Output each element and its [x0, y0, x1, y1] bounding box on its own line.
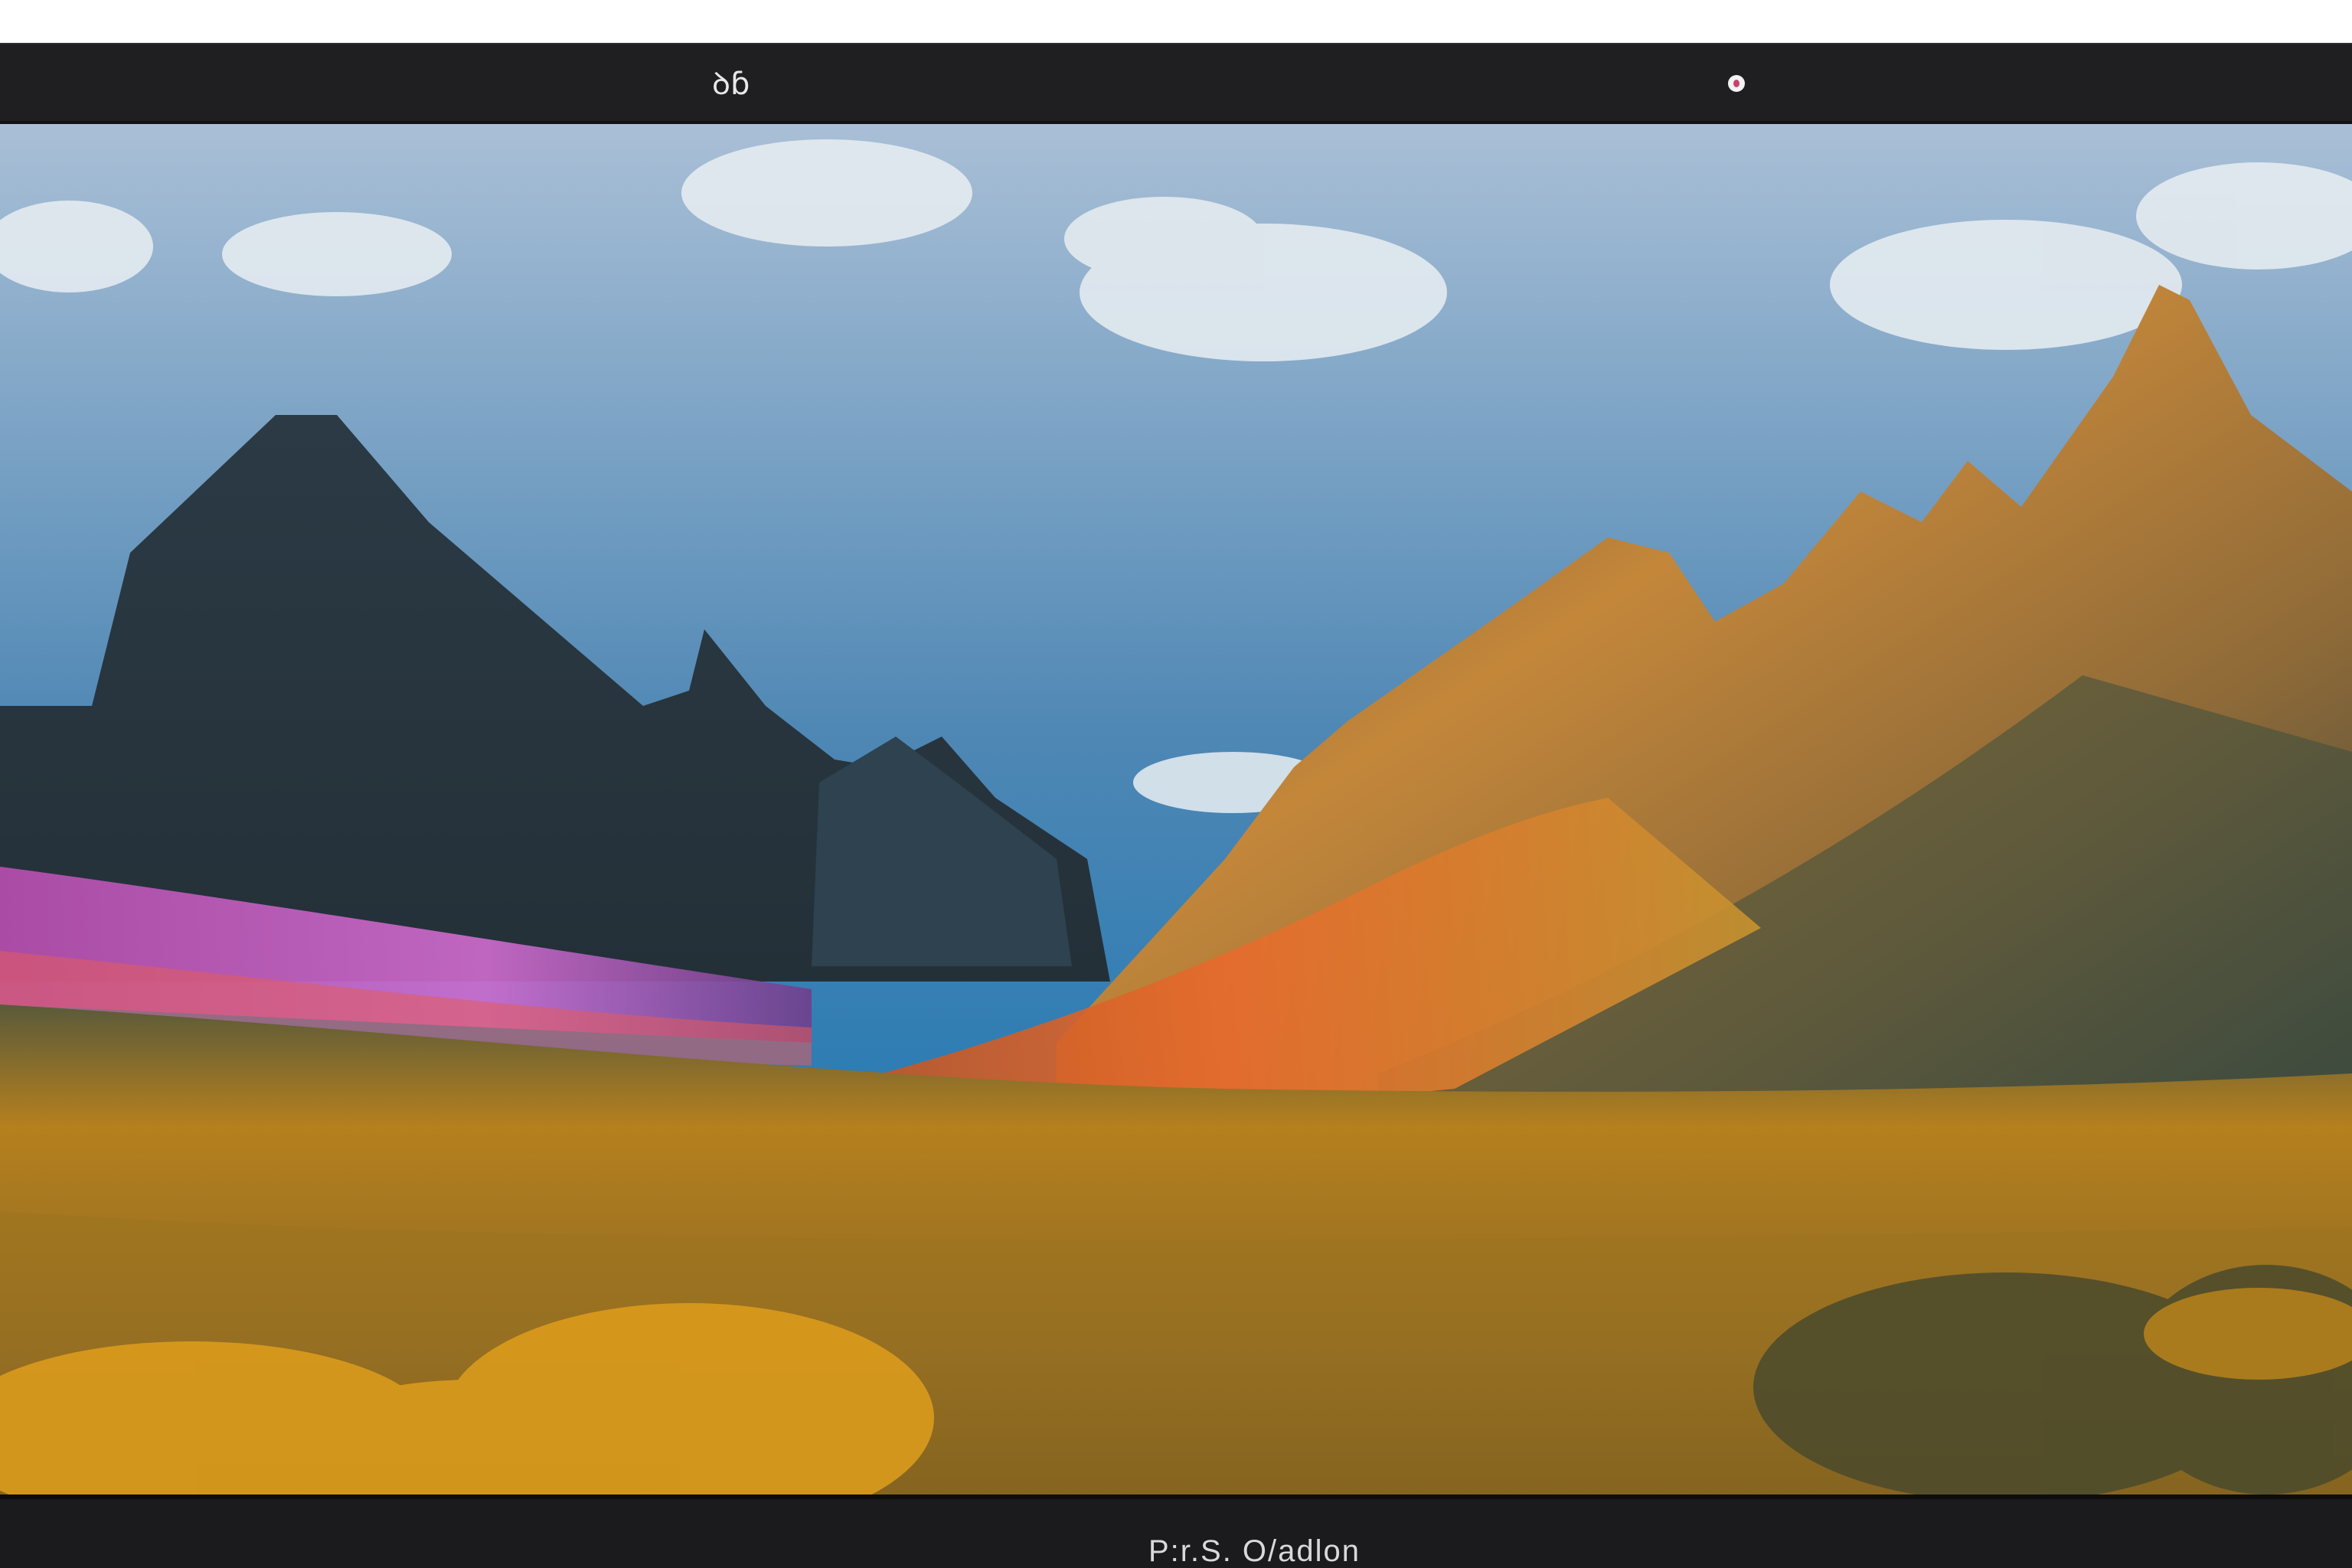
app-window: ꝺɓ P:r.S. O/adlon — [0, 0, 2352, 1568]
bottom-status-bar: P:r.S. O/adlon — [0, 1494, 2352, 1568]
landscape-illustration — [0, 124, 2352, 1494]
top-toolbar: ꝺɓ — [0, 43, 2352, 124]
record-dot-icon[interactable] — [1728, 75, 1745, 92]
app-logo[interactable]: ꝺɓ — [712, 66, 750, 103]
wallpaper-image — [0, 124, 2352, 1494]
caption-text: P:r.S. O/adlon — [1148, 1534, 1361, 1568]
